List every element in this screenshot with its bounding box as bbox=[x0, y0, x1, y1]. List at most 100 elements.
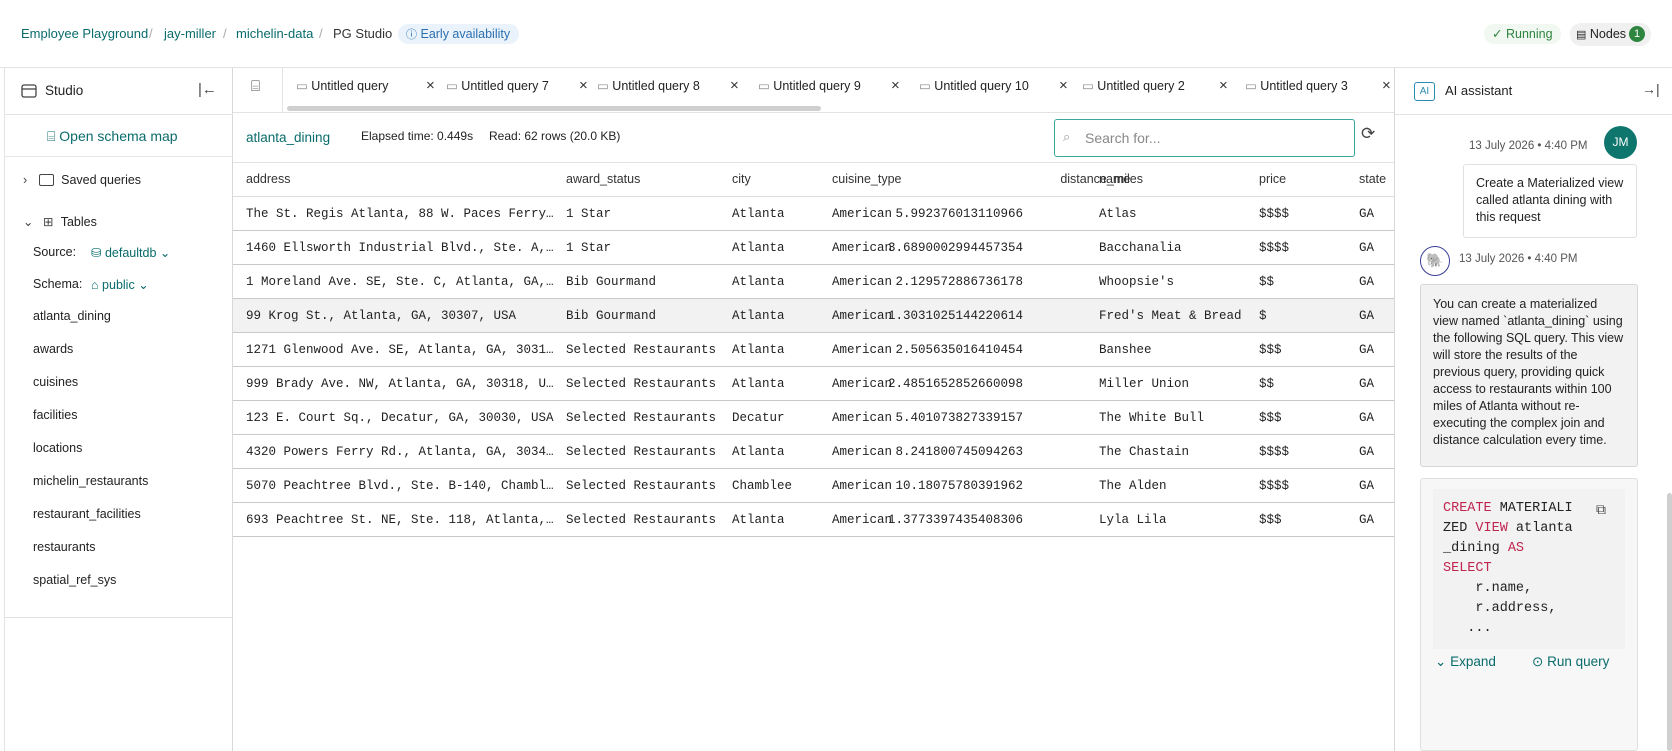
tab-untitled-query-8[interactable]: ▭ Untitled query 8 × bbox=[597, 68, 747, 104]
table-cell[interactable]: $$ bbox=[1259, 275, 1274, 289]
table-cell[interactable]: Atlanta bbox=[732, 377, 785, 391]
table-cell[interactable]: Selected Restaurants bbox=[566, 343, 716, 357]
table-cell[interactable]: Lyla Lila bbox=[1099, 513, 1167, 527]
table-cell[interactable]: 8.241800745094263 bbox=[873, 445, 1023, 459]
table-item-cuisines[interactable]: cuisines bbox=[33, 375, 78, 389]
tab-untitled-query-2[interactable]: ▭ Untitled query 2 × bbox=[1082, 68, 1232, 104]
tabs-scrollbar[interactable] bbox=[287, 106, 821, 111]
breadcrumb-cluster[interactable]: michelin-data bbox=[236, 26, 313, 41]
table-cell[interactable]: Selected Restaurants bbox=[566, 513, 716, 527]
table-cell[interactable]: 999 Brady Ave. NW, Atlanta, GA, 30318, U… bbox=[246, 377, 556, 391]
early-availability-badge[interactable]: ⓘ Early availability bbox=[398, 24, 520, 44]
search-input[interactable] bbox=[1085, 128, 1345, 148]
table-cell[interactable]: 2.129572886736178 bbox=[873, 275, 1023, 289]
close-icon[interactable]: × bbox=[891, 68, 900, 104]
table-cell[interactable]: 99 Krog St., Atlanta, GA, 30307, USA bbox=[246, 309, 556, 323]
saved-queries-toggle[interactable]: › Saved queries bbox=[23, 173, 141, 187]
table-row[interactable]: 99 Krog St., Atlanta, GA, 30307, USA Bib … bbox=[233, 299, 1395, 333]
table-cell[interactable]: $$$ bbox=[1259, 343, 1282, 357]
table-cell[interactable]: $$$$ bbox=[1259, 445, 1289, 459]
table-cell[interactable]: Banshee bbox=[1099, 343, 1152, 357]
table-cell[interactable]: $$$$ bbox=[1259, 207, 1289, 221]
table-cell[interactable]: 1271 Glenwood Ave. SE, Atlanta, GA, 3031… bbox=[246, 343, 556, 357]
close-icon[interactable]: × bbox=[1059, 68, 1068, 104]
table-item-atlanta-dining[interactable]: atlanta_dining bbox=[33, 309, 111, 323]
table-item-michelin-restaurants[interactable]: michelin_restaurants bbox=[33, 474, 148, 488]
breadcrumb-user[interactable]: jay-miller bbox=[164, 26, 216, 41]
breadcrumb-org[interactable]: Employee Playground bbox=[21, 26, 148, 41]
table-cell[interactable]: 10.18075780391962 bbox=[873, 479, 1023, 493]
panel-scrollbar[interactable] bbox=[1667, 493, 1672, 751]
table-cell[interactable]: Atlanta bbox=[732, 207, 785, 221]
table-cell[interactable]: 2.4851652852660098 bbox=[873, 377, 1023, 391]
table-cell[interactable]: Decatur bbox=[732, 411, 785, 425]
table-cell[interactable]: 2.505635016410454 bbox=[873, 343, 1023, 357]
table-cell[interactable]: GA bbox=[1359, 513, 1374, 527]
column-header[interactable]: state bbox=[1359, 172, 1386, 186]
table-cell[interactable]: 1 Star bbox=[566, 241, 611, 255]
table-cell[interactable]: GA bbox=[1359, 377, 1374, 391]
table-cell[interactable]: The St. Regis Atlanta, 88 W. Paces Ferry… bbox=[246, 207, 556, 221]
table-cell[interactable]: Atlanta bbox=[732, 241, 785, 255]
table-row[interactable]: 5070 Peachtree Blvd., Ste. B-140, Chambl… bbox=[233, 469, 1395, 503]
table-cell[interactable]: GA bbox=[1359, 207, 1374, 221]
table-cell[interactable]: $ bbox=[1259, 309, 1267, 323]
table-cell[interactable]: 1460 Ellsworth Industrial Blvd., Ste. A,… bbox=[246, 241, 556, 255]
collapse-panel-icon[interactable]: →| bbox=[1642, 81, 1660, 97]
tab-untitled-query-3[interactable]: ▭ Untitled query 3 × bbox=[1245, 68, 1395, 104]
table-item-awards[interactable]: awards bbox=[33, 342, 73, 356]
table-item-facilities[interactable]: facilities bbox=[33, 408, 77, 422]
column-header[interactable]: award_status bbox=[566, 172, 640, 186]
table-cell[interactable]: The Chastain bbox=[1099, 445, 1189, 459]
table-row[interactable]: 123 E. Court Sq., Decatur, GA, 30030, US… bbox=[233, 401, 1395, 435]
tab-untitled-query[interactable]: ▭ Untitled query × bbox=[296, 68, 436, 104]
table-cell[interactable]: $$$ bbox=[1259, 513, 1282, 527]
table-cell[interactable]: GA bbox=[1359, 241, 1374, 255]
source-select[interactable]: ⛁ defaultdb ⌄ bbox=[91, 245, 170, 260]
tab-untitled-query-10[interactable]: ▭ Untitled query 10 × bbox=[919, 68, 1079, 104]
table-item-locations[interactable]: locations bbox=[33, 441, 82, 455]
table-item-restaurants[interactable]: restaurants bbox=[33, 540, 96, 554]
table-cell[interactable]: Bib Gourmand bbox=[566, 309, 656, 323]
table-cell[interactable]: Bib Gourmand bbox=[566, 275, 656, 289]
table-row[interactable]: 999 Brady Ave. NW, Atlanta, GA, 30318, U… bbox=[233, 367, 1395, 401]
tab-untitled-query-9[interactable]: ▭ Untitled query 9 × bbox=[758, 68, 908, 104]
table-cell[interactable]: 1.3031025144220614 bbox=[873, 309, 1023, 323]
table-cell[interactable]: GA bbox=[1359, 309, 1374, 323]
open-schema-map-button[interactable]: ⌸ Open schema map bbox=[47, 128, 178, 145]
table-cell[interactable]: $$ bbox=[1259, 377, 1274, 391]
run-query-button[interactable]: ⊙ Run query bbox=[1532, 654, 1609, 670]
tables-toggle[interactable]: ⌄ ⊞ Tables bbox=[23, 214, 97, 229]
close-icon[interactable]: × bbox=[1219, 68, 1228, 104]
table-item-spatial-ref-sys[interactable]: spatial_ref_sys bbox=[33, 573, 116, 587]
refresh-icon[interactable]: ⟳ bbox=[1361, 124, 1375, 144]
table-row[interactable]: 1460 Ellsworth Industrial Blvd., Ste. A,… bbox=[233, 231, 1395, 265]
table-cell[interactable]: 1 Star bbox=[566, 207, 611, 221]
column-header[interactable]: name bbox=[1099, 172, 1130, 186]
table-cell[interactable]: Selected Restaurants bbox=[566, 445, 716, 459]
close-icon[interactable]: × bbox=[730, 68, 739, 104]
collapse-sidebar-icon[interactable]: |← bbox=[198, 81, 217, 98]
nodes-button[interactable]: ▤ Nodes 1 bbox=[1570, 23, 1652, 46]
column-header[interactable]: city bbox=[732, 172, 751, 186]
table-cell[interactable]: The Alden bbox=[1099, 479, 1167, 493]
tab-untitled-query-7[interactable]: ▭ Untitled query 7 × bbox=[446, 68, 596, 104]
table-cell[interactable]: Atlanta bbox=[732, 343, 785, 357]
table-cell[interactable]: GA bbox=[1359, 275, 1374, 289]
table-cell[interactable]: 3.6890002994457354 bbox=[873, 241, 1023, 255]
schema-map-tab[interactable]: ⌸ bbox=[233, 68, 283, 112]
column-header[interactable]: address bbox=[246, 172, 290, 186]
table-row[interactable]: 1 Moreland Ave. SE, Ste. C, Atlanta, GA,… bbox=[233, 265, 1395, 299]
table-cell[interactable]: Bacchanalia bbox=[1099, 241, 1182, 255]
table-cell[interactable]: Chamblee bbox=[732, 479, 792, 493]
table-cell[interactable]: Atlanta bbox=[732, 445, 785, 459]
table-row[interactable]: 693 Peachtree St. NE, Ste. 118, Atlanta,… bbox=[233, 503, 1395, 537]
table-cell[interactable]: Miller Union bbox=[1099, 377, 1189, 391]
column-header[interactable]: cuisine_type bbox=[832, 172, 902, 186]
table-cell[interactable]: Atlanta bbox=[732, 275, 785, 289]
table-cell[interactable]: 1.3773397435408306 bbox=[873, 513, 1023, 527]
table-cell[interactable]: Whoopsie's bbox=[1099, 275, 1174, 289]
table-cell[interactable]: GA bbox=[1359, 479, 1374, 493]
table-item-restaurant-facilities[interactable]: restaurant_facilities bbox=[33, 507, 141, 521]
table-cell[interactable]: 4320 Powers Ferry Rd., Atlanta, GA, 3034… bbox=[246, 445, 556, 459]
